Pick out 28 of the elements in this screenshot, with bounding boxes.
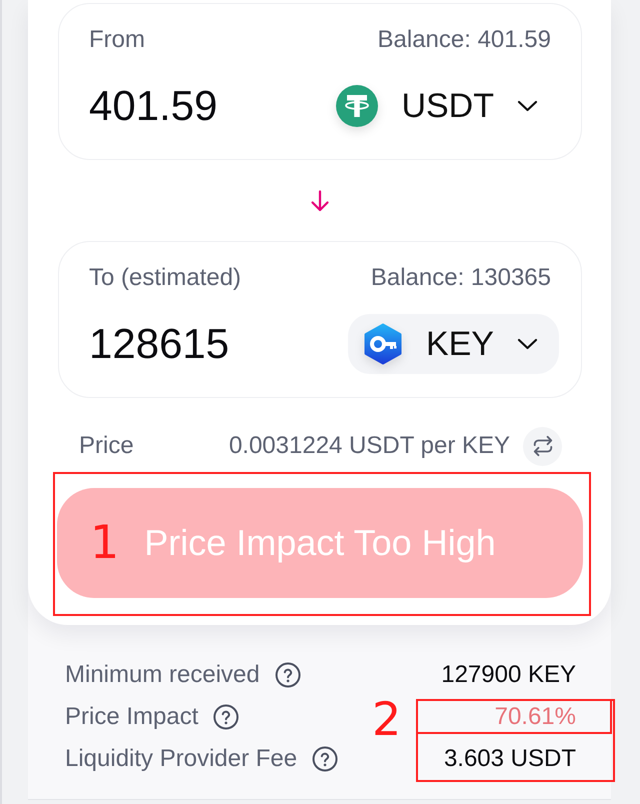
swap-button[interactable] bbox=[523, 426, 562, 466]
balance-text: Balance: 401.59 bbox=[378, 25, 551, 55]
question-icon[interactable] bbox=[274, 662, 301, 688]
question-icon[interactable] bbox=[213, 704, 240, 730]
caret-icon bbox=[517, 338, 538, 350]
amount-field[interactable]: 128615 bbox=[89, 314, 230, 374]
swap-arrows-icon bbox=[532, 435, 554, 457]
coin-icon bbox=[336, 85, 378, 127]
price-label: Price bbox=[79, 432, 134, 460]
detail-label: Price Impact bbox=[65, 703, 198, 731]
token-selector[interactable]: KEY bbox=[348, 314, 559, 374]
key-hexagon-icon bbox=[362, 323, 403, 365]
field-label: From bbox=[89, 25, 145, 55]
caret-icon bbox=[517, 100, 538, 112]
amount-field[interactable]: 401.59 bbox=[89, 76, 218, 136]
token-selector[interactable]: USDT bbox=[321, 76, 559, 136]
arrow-down-icon bbox=[310, 190, 330, 212]
annotation-number: 2 bbox=[372, 694, 402, 744]
detail-value: 127900 KEY bbox=[441, 661, 576, 689]
field-label: To (estimated) bbox=[89, 263, 242, 293]
detail-label: Minimum received bbox=[65, 661, 260, 689]
question-icon[interactable] bbox=[312, 746, 338, 772]
annotation-number: 1 bbox=[90, 517, 120, 567]
balance-text: Balance: 130365 bbox=[370, 263, 551, 293]
detail-label: Liquidity Provider Fee bbox=[65, 745, 298, 773]
price-value: 0.0031224 USDT per KEY bbox=[228, 432, 510, 460]
detail-value: 70.61% bbox=[494, 703, 576, 731]
detail-value: 3.603 USDT bbox=[444, 745, 576, 773]
